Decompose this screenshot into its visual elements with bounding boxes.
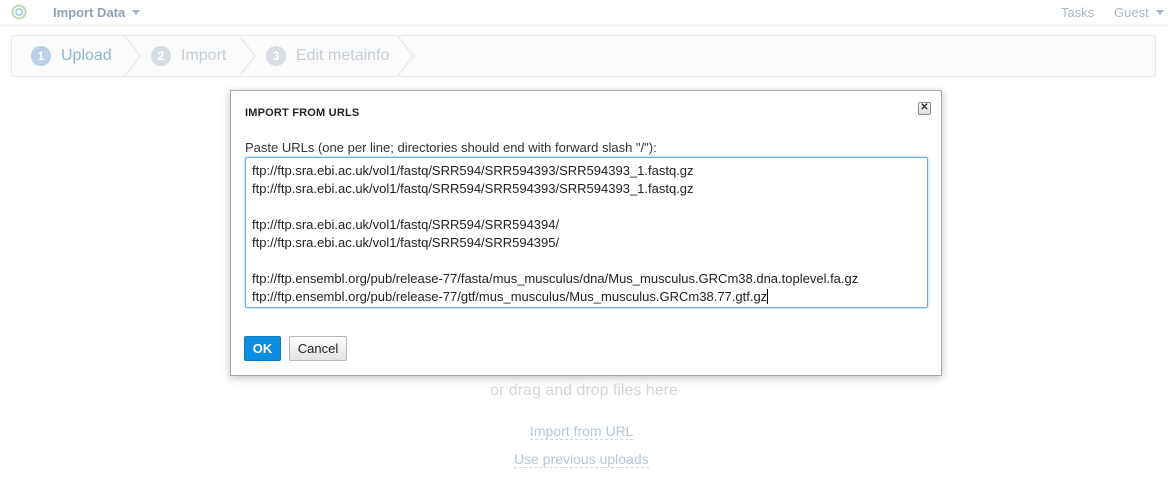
tasks-link[interactable]: Tasks <box>1061 5 1094 20</box>
close-icon[interactable]: ✕ <box>918 102 931 115</box>
ok-button[interactable]: OK <box>244 336 281 361</box>
url-line: ftp://ftp.sra.ebi.ac.uk/vol1/fastq/SRR59… <box>252 235 560 250</box>
dialog-title: IMPORT FROM URLS <box>245 107 360 119</box>
step-separator-icon <box>397 35 414 77</box>
user-menu-label: Guest <box>1114 5 1149 20</box>
step-separator-icon <box>124 35 141 77</box>
import-from-url-link[interactable]: Import from URL <box>530 423 634 440</box>
step-number: 3 <box>266 46 286 66</box>
step-label: Upload <box>61 47 112 64</box>
step-number: 1 <box>31 46 51 66</box>
app-logo-icon[interactable] <box>11 4 27 20</box>
step-label: Edit metainfo <box>296 47 390 64</box>
url-line: ftp://ftp.ensembl.org/pub/release-77/fas… <box>252 271 859 286</box>
tasks-label: Tasks <box>1061 5 1095 20</box>
use-previous-uploads-link[interactable]: Use previous uploads <box>514 451 649 468</box>
step-upload[interactable]: 1 Upload <box>31 36 112 76</box>
url-line <box>252 252 921 270</box>
step-edit-metainfo[interactable]: 3 Edit metainfo <box>266 36 389 76</box>
url-line <box>252 198 921 216</box>
step-label: Import <box>181 47 227 64</box>
drop-zone-text: or drag and drop files here <box>490 382 678 399</box>
user-menu[interactable]: Guest <box>1114 5 1164 20</box>
url-line: ftp://ftp.sra.ebi.ac.uk/vol1/fastq/SRR59… <box>252 181 694 196</box>
step-number: 2 <box>151 46 171 66</box>
step-import[interactable]: 2 Import <box>151 36 226 76</box>
chevron-down-icon <box>1155 10 1164 15</box>
url-line: ftp://ftp.ensembl.org/pub/release-77/gtf… <box>252 289 768 304</box>
import-data-menu[interactable]: Import Data <box>53 5 141 20</box>
url-instructions: Paste URLs (one per line; directories sh… <box>245 140 657 155</box>
wizard-steps: 1 Upload 2 Import 3 Edit metainfo <box>11 35 1156 77</box>
chevron-down-icon <box>132 10 141 15</box>
top-navbar: Import Data Tasks Guest <box>0 0 1168 26</box>
url-line-last: ftp://ftp.ensembl.org/pub/release-77/gtf… <box>252 288 921 306</box>
text-cursor <box>767 289 769 304</box>
urls-textarea[interactable]: ftp://ftp.sra.ebi.ac.uk/vol1/fastq/SRR59… <box>245 157 928 308</box>
url-line: ftp://ftp.sra.ebi.ac.uk/vol1/fastq/SRR59… <box>252 163 694 178</box>
import-data-menu-label: Import Data <box>53 5 126 20</box>
cancel-button[interactable]: Cancel <box>289 336 347 361</box>
url-line: ftp://ftp.sra.ebi.ac.uk/vol1/fastq/SRR59… <box>252 217 560 232</box>
import-from-urls-dialog: IMPORT FROM URLS ✕ Paste URLs (one per l… <box>230 90 942 376</box>
step-separator-icon <box>239 35 256 77</box>
